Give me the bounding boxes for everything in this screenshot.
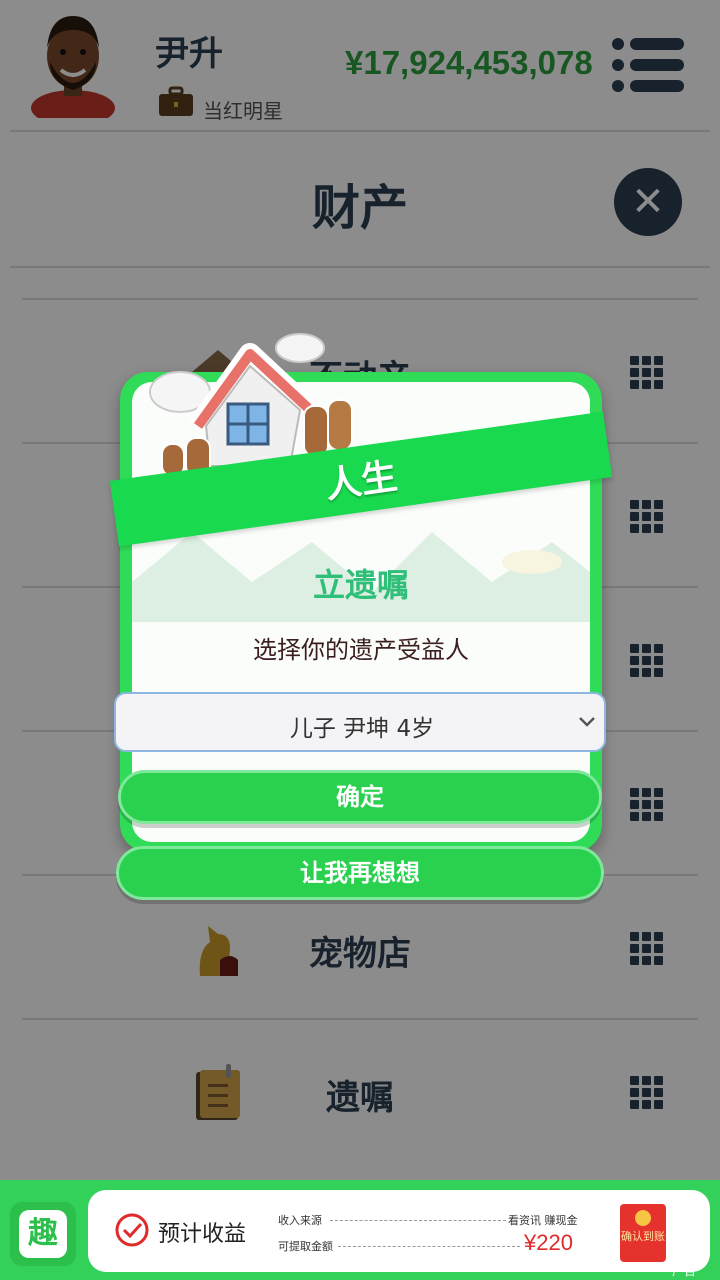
ad-card[interactable]: 预计收益 收入来源 看资讯 赚现金 可提取金额 ¥220 确认到账 — [88, 1190, 710, 1272]
ad-logo-text: 趣 — [19, 1210, 67, 1258]
beneficiary-select[interactable]: 儿子 尹坤 4岁 — [114, 692, 606, 752]
check-circle-icon — [115, 1213, 149, 1247]
red-envelope-text: 确认到账 — [621, 1230, 665, 1243]
red-envelope-icon[interactable]: 确认到账 — [620, 1204, 666, 1262]
ad-banner: 趣 预计收益 收入来源 看资讯 赚现金 可提取金额 ¥220 确认到账 — [0, 1180, 720, 1280]
ad-tag: 广告 — [672, 1264, 697, 1278]
confirm-button[interactable]: 确定 — [118, 770, 602, 824]
rethink-button[interactable]: 让我再想想 — [116, 846, 604, 900]
ad-dash — [330, 1220, 506, 1221]
ad-dash — [338, 1246, 520, 1247]
ad-income-source-value: 看资讯 赚现金 — [508, 1214, 578, 1227]
ad-withdraw-label: 可提取金额 — [278, 1240, 333, 1253]
beneficiary-select-value: 儿子 尹坤 4岁 — [289, 716, 435, 742]
dialog-subtitle: 选择你的遗产受益人 — [253, 636, 469, 664]
chevron-down-icon — [579, 717, 595, 727]
ad-income-source-label: 收入来源 — [278, 1214, 322, 1227]
coin-icon — [635, 1210, 651, 1226]
ad-amount: ¥220 — [524, 1230, 573, 1255]
ad-label: 预计收益 — [158, 1222, 247, 1247]
dialog-title: 立遗嘱 — [312, 566, 409, 604]
ad-logo[interactable]: 趣 — [10, 1202, 76, 1266]
